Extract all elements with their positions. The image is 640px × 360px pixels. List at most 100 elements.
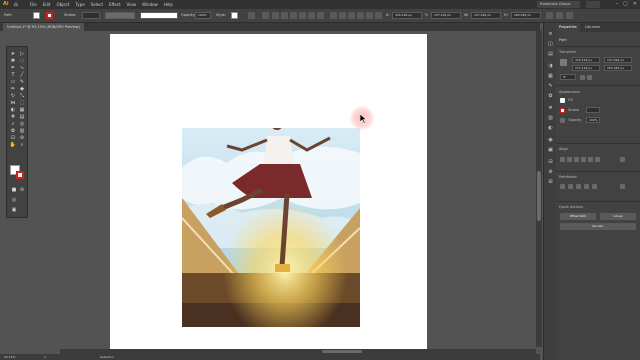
align-center-icon[interactable]: [281, 12, 288, 19]
rotate-icon[interactable]: ↻: [9, 93, 17, 99]
w-field[interactable]: 197.094 px: [471, 12, 501, 19]
shape-builder-icon[interactable]: ◐: [9, 107, 17, 113]
align-top-panel-icon[interactable]: [581, 157, 586, 162]
transform-x-field[interactable]: 326.226 px: [572, 57, 600, 63]
eyedropper-icon[interactable]: ⌕: [9, 121, 17, 127]
unite-icon[interactable]: [560, 184, 565, 189]
properties-icon[interactable]: ≡: [547, 31, 554, 37]
fill-swatch-panel[interactable]: [560, 98, 565, 103]
menu-help[interactable]: Help: [164, 0, 173, 9]
graphic-style-swatch[interactable]: [231, 12, 238, 19]
reference-point-icon[interactable]: [560, 59, 567, 66]
opacity-field-panel[interactable]: 100%: [586, 117, 600, 123]
brush-definition[interactable]: [140, 12, 178, 19]
menu-select[interactable]: Select: [91, 0, 103, 9]
transform-w-field[interactable]: 197.094 px: [604, 57, 632, 63]
transform-y-field[interactable]: 237.126 px: [572, 65, 600, 71]
transform-h-field[interactable]: 265.065 px: [604, 65, 632, 71]
align-vcenter-panel-icon[interactable]: [588, 157, 593, 162]
stroke-swatch[interactable]: [46, 12, 53, 19]
rotate-field[interactable]: 0°: [560, 74, 576, 80]
selection-arrow-icon[interactable]: ➤: [9, 51, 17, 57]
libraries-icon[interactable]: ▤: [547, 51, 554, 57]
menu-file[interactable]: File: [30, 0, 37, 9]
recolor-artwork-icon[interactable]: [248, 12, 255, 19]
curvature-icon[interactable]: ∿: [18, 65, 26, 71]
divide-icon[interactable]: [592, 184, 597, 189]
menu-object[interactable]: Object: [56, 0, 69, 9]
transform-panel-icon[interactable]: ⊞: [547, 179, 554, 185]
vertical-scrollbar[interactable]: [536, 31, 542, 347]
align-left-icon[interactable]: [272, 12, 279, 19]
stroke-panel-icon[interactable]: ≣: [547, 105, 554, 111]
opacity-field[interactable]: 100%: [195, 12, 211, 19]
artboard-number[interactable]: 1: [44, 354, 46, 360]
document-tab[interactable]: Untitled-1* @ 93.12% (RGB/GPU Preview): [3, 23, 84, 31]
symbol-sprayer-icon[interactable]: ✿: [9, 128, 17, 134]
placed-image[interactable]: [182, 128, 360, 327]
intersect-icon[interactable]: [576, 184, 581, 189]
eraser-icon[interactable]: ◆: [18, 86, 26, 92]
flip-horizontal-icon[interactable]: [580, 75, 585, 80]
stroke-weight-field[interactable]: [82, 12, 100, 19]
stroke-color-box[interactable]: [16, 171, 24, 179]
distribute-center-icon[interactable]: [366, 12, 373, 19]
zoom-icon[interactable]: ⌕: [18, 142, 26, 148]
pathfinder-more-icon[interactable]: [620, 184, 625, 189]
vertical-scroll-thumb[interactable]: [537, 171, 541, 221]
exclude-icon[interactable]: [584, 184, 589, 189]
distribute-space-icon[interactable]: [357, 12, 364, 19]
type-icon[interactable]: T: [9, 72, 17, 78]
stroke-swatch-panel[interactable]: [560, 108, 565, 113]
maximize-icon[interactable]: ▢: [623, 0, 628, 9]
y-field[interactable]: 237.126 px: [431, 12, 461, 19]
width-icon[interactable]: ⋈: [9, 100, 17, 106]
menu-effect[interactable]: Effect: [109, 0, 121, 9]
blend-icon[interactable]: ◎: [18, 121, 26, 127]
tab-properties[interactable]: Properties: [556, 23, 580, 32]
none-mode-icon[interactable]: ⊘: [18, 187, 26, 193]
align-hcenter-panel-icon[interactable]: [567, 157, 572, 162]
paintbrush-icon[interactable]: ✎: [18, 79, 26, 85]
zoom-level[interactable]: 93.12%: [4, 354, 15, 360]
tab-libraries[interactable]: Libraries: [582, 23, 603, 32]
menu-type[interactable]: Type: [75, 0, 84, 9]
swatches-icon[interactable]: ▦: [547, 73, 554, 79]
distribute-bottom-icon[interactable]: [375, 12, 382, 19]
stroke-weight-panel[interactable]: [586, 107, 600, 113]
hand-icon[interactable]: ✋: [9, 142, 17, 148]
pen-icon[interactable]: ✒: [9, 65, 17, 71]
group-button[interactable]: Group: [600, 213, 636, 220]
home-icon[interactable]: ⌂: [14, 1, 21, 8]
pencil-icon[interactable]: ✏: [9, 86, 17, 92]
minus-front-icon[interactable]: [568, 184, 573, 189]
workspace-switcher[interactable]: Essentials Classic: [537, 1, 580, 8]
variable-width-profile[interactable]: [105, 12, 135, 19]
mesh-icon[interactable]: #: [9, 114, 17, 120]
align-more-icon[interactable]: [620, 157, 625, 162]
lasso-icon[interactable]: ◌: [18, 58, 26, 64]
x-field[interactable]: 326.226 px: [392, 12, 422, 19]
align-bottom-panel-icon[interactable]: [595, 157, 600, 162]
direct-selection-icon[interactable]: ▷: [18, 51, 26, 57]
horizontal-scroll-thumb[interactable]: [322, 350, 362, 353]
gradient-panel-icon[interactable]: ▥: [547, 115, 554, 121]
current-tool-status[interactable]: Selection: [100, 354, 114, 360]
color-mode-icon[interactable]: ■: [10, 187, 18, 193]
fill-swatch[interactable]: [33, 12, 40, 19]
color-icon[interactable]: ◑: [547, 63, 554, 69]
transparency-icon[interactable]: ◐: [547, 125, 554, 131]
align-panel-icon[interactable]: ⊟: [547, 159, 554, 165]
align-right-panel-icon[interactable]: [574, 157, 579, 162]
close-icon[interactable]: ✕: [633, 0, 637, 9]
symbols-icon[interactable]: ✿: [547, 93, 554, 99]
menu-view[interactable]: View: [127, 0, 137, 9]
align-bottom-icon[interactable]: [317, 12, 324, 19]
pathfinder-panel-icon[interactable]: ⊕: [547, 169, 554, 175]
brushes-icon[interactable]: ✎: [547, 83, 554, 89]
scale-icon[interactable]: ⤡: [18, 93, 26, 99]
search-stock-field[interactable]: [586, 1, 600, 8]
align-right-icon[interactable]: [290, 12, 297, 19]
align-top-icon[interactable]: [299, 12, 306, 19]
graphic-styles-icon[interactable]: ▣: [547, 147, 554, 153]
